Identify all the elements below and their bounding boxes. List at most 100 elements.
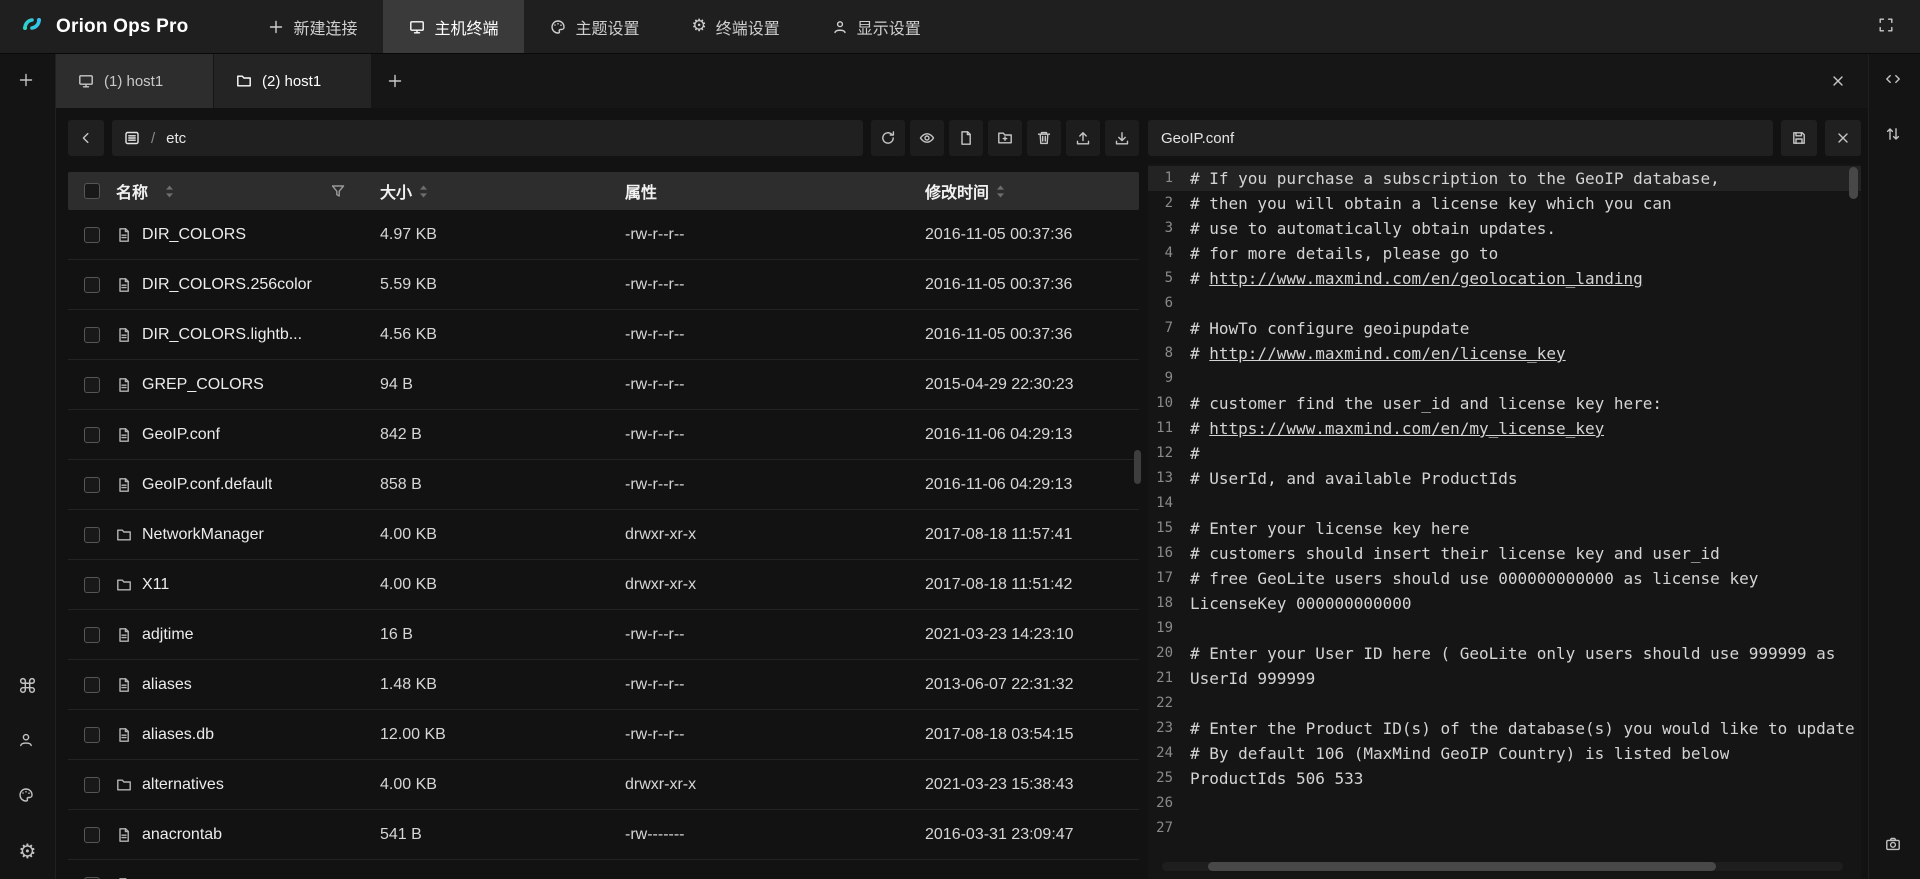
row-checkbox[interactable] — [84, 627, 100, 643]
add-tab-button[interactable] — [372, 54, 418, 108]
row-checkbox[interactable] — [84, 777, 100, 793]
screenshot-button[interactable] — [1878, 828, 1912, 862]
command-button[interactable]: ⌘ — [11, 669, 45, 703]
preview-button[interactable] — [910, 120, 944, 156]
file-table: 名称 大小 属性 修改时间 — [68, 172, 1139, 879]
save-button[interactable] — [1781, 120, 1817, 156]
column-mtime-label: 修改时间 — [925, 179, 989, 203]
url-link[interactable]: http://www.maxmind.com/en/geolocation_la… — [1209, 269, 1642, 288]
file-attrs: -rw-r--r-- — [625, 226, 925, 244]
line-number: 19 — [1148, 616, 1190, 641]
new-folder-button[interactable] — [988, 120, 1022, 156]
table-row[interactable]: GeoIP.conf842 B-rw-r--r--2016-11-06 04:2… — [68, 410, 1139, 460]
row-checkbox[interactable] — [84, 327, 100, 343]
editor-vscrollbar[interactable] — [1849, 167, 1858, 199]
table-row[interactable]: GREP_COLORS94 B-rw-r--r--2015-04-29 22:3… — [68, 360, 1139, 410]
delete-button[interactable] — [1027, 120, 1061, 156]
row-checkbox[interactable] — [84, 377, 100, 393]
right-sidebar — [1868, 54, 1920, 879]
gear-icon: ⚙ — [692, 18, 707, 35]
url-link[interactable]: http://www.maxmind.com/en/license_key — [1209, 344, 1565, 363]
table-row[interactable]: DIR_COLORS4.97 KB-rw-r--r--2016-11-05 00… — [68, 210, 1139, 260]
table-row[interactable]: aliases.db12.00 KB-rw-r--r--2017-08-18 0… — [68, 710, 1139, 760]
select-all-checkbox[interactable] — [84, 183, 100, 199]
table-row[interactable]: alternatives4.00 KBdrwxr-xr-x2021-03-23 … — [68, 760, 1139, 810]
menu-item-label: 主题设置 — [575, 15, 639, 39]
table-row[interactable]: NetworkManager4.00 KBdrwxr-xr-x2017-08-1… — [68, 510, 1139, 560]
url-link[interactable]: https://www.maxmind.com/en/my_license_ke… — [1209, 419, 1604, 438]
row-checkbox[interactable] — [84, 727, 100, 743]
download-button[interactable] — [1105, 120, 1139, 156]
file-mtime: 2017-08-18 11:57:41 — [925, 526, 1139, 544]
table-row[interactable]: DIR_COLORS.256color5.59 KB-rw-r--r--2016… — [68, 260, 1139, 310]
menu-item-display-settings[interactable]: 显示设置 — [806, 0, 947, 53]
tab-host1-2[interactable]: (2) host1 — [214, 54, 372, 108]
table-row[interactable]: DIR_COLORS.lightb...4.56 KB-rw-r--r--201… — [68, 310, 1139, 360]
table-row[interactable]: GeoIP.conf.default858 B-rw-r--r--2016-11… — [68, 460, 1139, 510]
file-name: DIR_COLORS.lightb... — [142, 326, 302, 344]
back-button[interactable] — [68, 120, 104, 156]
row-checkbox[interactable] — [84, 227, 100, 243]
file-icon — [116, 477, 132, 493]
line-number: 14 — [1148, 491, 1190, 516]
download-icon — [1114, 130, 1130, 146]
theme-button[interactable] — [11, 779, 45, 813]
close-editor-button[interactable] — [1825, 120, 1861, 156]
breadcrumb-current[interactable]: etc — [166, 130, 186, 147]
palette-icon — [18, 787, 37, 806]
editor-hscrollbar — [1162, 862, 1843, 871]
code-line: 13# UserId, and available ProductIds — [1148, 466, 1861, 491]
close-icon — [1830, 73, 1846, 89]
hscroll-thumb[interactable] — [1208, 862, 1716, 871]
refresh-button[interactable] — [871, 120, 905, 156]
sort-mtime-control[interactable] — [996, 184, 1005, 199]
file-attrs: drwxr-xr-x — [625, 576, 925, 594]
filter-icon[interactable] — [330, 183, 346, 199]
menu-item-label: 新建连接 — [293, 15, 357, 39]
table-row[interactable]: X114.00 KBdrwxr-xr-x2017-08-18 11:51:42 — [68, 560, 1139, 610]
row-checkbox[interactable] — [84, 827, 100, 843]
line-number: 20 — [1148, 641, 1190, 666]
row-checkbox[interactable] — [84, 577, 100, 593]
close-panel-button[interactable] — [1822, 65, 1854, 97]
users-button[interactable] — [11, 724, 45, 758]
line-number: 25 — [1148, 766, 1190, 791]
file-attrs: -rw-r--r-- — [625, 626, 925, 644]
row-checkbox[interactable] — [84, 277, 100, 293]
table-row[interactable]: adjtime16 B-rw-r--r--2021-03-23 14:23:10 — [68, 610, 1139, 660]
breadcrumb[interactable]: / etc — [112, 120, 863, 156]
line-number: 9 — [1148, 366, 1190, 391]
menu-item-new-connection[interactable]: 新建连接 — [242, 0, 383, 53]
table-row[interactable]: anacrontab541 B-rw-------2016-03-31 23:0… — [68, 810, 1139, 860]
add-connection-button[interactable] — [11, 64, 45, 98]
code-editor[interactable]: 1# If you purchase a subscription to the… — [1148, 164, 1861, 879]
file-size: 4.00 KB — [380, 776, 625, 794]
column-name-label: 名称 — [116, 179, 148, 203]
row-checkbox[interactable] — [84, 477, 100, 493]
file-list-scrollbar[interactable] — [1134, 450, 1141, 484]
file-table-body: DIR_COLORS4.97 KB-rw-r--r--2016-11-05 00… — [68, 210, 1139, 860]
tab-host1-1[interactable]: (1) host1 — [56, 54, 214, 108]
menu-item-host-terminal[interactable]: 主机终端 — [383, 0, 524, 53]
row-checkbox[interactable] — [84, 427, 100, 443]
row-checkbox[interactable] — [84, 677, 100, 693]
line-number: 3 — [1148, 216, 1190, 241]
menu-item-theme-settings[interactable]: 主题设置 — [524, 0, 665, 53]
menu-item-terminal-settings[interactable]: ⚙ 终端设置 — [666, 0, 806, 53]
upload-button[interactable] — [1066, 120, 1100, 156]
sort-order-button[interactable] — [1878, 118, 1912, 152]
code-line: 15# Enter your license key here — [1148, 516, 1861, 541]
table-row[interactable]: aliases1.48 KB-rw-r--r--2013-06-07 22:31… — [68, 660, 1139, 710]
file-mtime: 2016-11-05 00:37:36 — [925, 326, 1139, 344]
sort-name-control[interactable] — [165, 184, 174, 199]
code-line: 24# By default 106 (MaxMind GeoIP Countr… — [1148, 741, 1861, 766]
code-panel-button[interactable] — [1878, 63, 1912, 97]
file-icon — [116, 677, 132, 693]
fullscreen-button[interactable] — [1870, 10, 1904, 44]
top-navbar: Orion Ops Pro 新建连接 主机终端 主题设置 ⚙ 终端设置 显示设置 — [0, 0, 1920, 54]
row-checkbox[interactable] — [84, 527, 100, 543]
file-mtime: 2016-03-31 23:09:47 — [925, 826, 1139, 844]
new-file-button[interactable] — [949, 120, 983, 156]
sort-size-control[interactable] — [419, 184, 428, 199]
settings-button[interactable]: ⚙ — [11, 834, 45, 868]
